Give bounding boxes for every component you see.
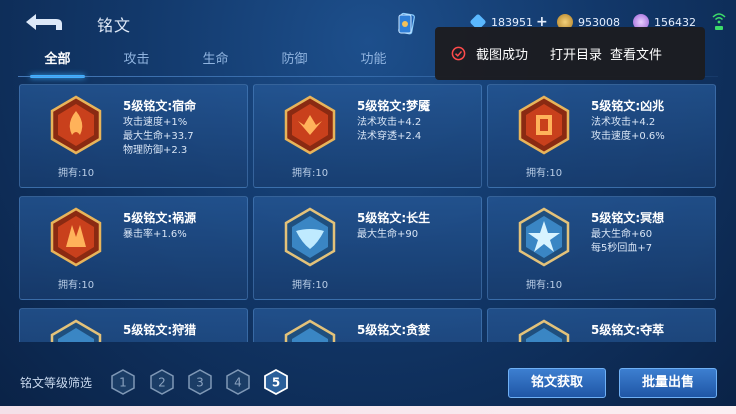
inscription-name: 5级铭文:夺萃 [591, 323, 665, 337]
card-deck-icon[interactable] [397, 12, 415, 36]
level-5-label: 5 [272, 376, 280, 390]
tab-attack[interactable]: 攻击 [97, 48, 176, 76]
level-filter-1[interactable]: 1 [111, 369, 135, 395]
inscription-name: 5级铭文:贪婪 [357, 323, 431, 337]
blue-inscription-icon [284, 319, 336, 342]
inscription-stats: 攻击速度+1% 最大生命+33.7 物理防御+2.3 [123, 116, 194, 158]
level-filter-5[interactable]: 5 [264, 369, 288, 395]
inscription-stats: 法术攻击+4.2 法术穿透+2.4 [357, 116, 421, 144]
inscription-card-calamity[interactable]: 5级铭文:祸源 暴击率+1.6% 拥有:10 [19, 196, 248, 300]
level-3-label: 3 [196, 376, 204, 390]
tab-all[interactable]: 全部 [18, 48, 97, 78]
toast-message: 截图成功 [476, 48, 529, 63]
page-title: 铭文 [97, 16, 132, 35]
open-directory-link[interactable]: 打开目录 [550, 44, 602, 63]
tab-defense[interactable]: 防御 [255, 48, 334, 76]
blue-inscription-icon [50, 319, 102, 342]
inscription-card-nightmare[interactable]: 5级铭文:梦魇 法术攻击+4.2 法术穿透+2.4 拥有:10 [253, 84, 482, 188]
inscription-name: 5级铭文:冥想 [591, 211, 665, 225]
inscription-card-longevity[interactable]: 5级铭文:长生 最大生命+90 拥有:10 [253, 196, 482, 300]
inscription-stats: 最大生命+90 [357, 228, 418, 242]
inscription-name: 5级铭文:宿命 [123, 99, 197, 113]
stat-line: 最大生命+60 [591, 229, 653, 240]
back-arrow-icon[interactable] [22, 10, 64, 34]
level-4-label: 4 [234, 376, 242, 390]
inscription-card-fate[interactable]: 5级铭文:宿命 攻击速度+1% 最大生命+33.7 物理防御+2.3 拥有:10 [19, 84, 248, 188]
inscription-card-meditation[interactable]: 5级铭文:冥想 最大生命+60 每5秒回血+7 拥有:10 [487, 196, 716, 300]
bulk-sell-button[interactable]: 批量出售 [619, 368, 717, 398]
inscription-name: 5级铭文:梦魇 [357, 99, 431, 113]
level-filter-2[interactable]: 2 [150, 369, 174, 395]
blue-inscription-icon [518, 207, 570, 267]
inscription-stats: 法术攻击+4.2 攻击速度+0.6% [591, 116, 665, 144]
inscription-stats: 暴击率+1.6% [123, 228, 187, 242]
owned-count: 拥有:10 [526, 280, 563, 291]
inscription-card-hunt[interactable]: 5级铭文:狩猎 [19, 308, 248, 342]
stat-line: 法术攻击+4.2 [591, 117, 656, 128]
stat-line: 最大生命+90 [357, 229, 419, 240]
red-inscription-icon [50, 95, 102, 155]
stat-line: 法术穿透+2.4 [357, 131, 422, 142]
inscription-grid: 5级铭文:宿命 攻击速度+1% 最大生命+33.7 物理防御+2.3 拥有:10… [19, 84, 716, 342]
red-inscription-icon [50, 207, 102, 267]
level-2-label: 2 [158, 376, 166, 390]
inscription-stats: 最大生命+60 每5秒回血+7 [591, 228, 652, 256]
level-1-label: 1 [119, 376, 127, 390]
stat-line: 最大生命+33.7 [123, 131, 194, 142]
inscription-card-extract[interactable]: 5级铭文:夺萃 [487, 308, 716, 342]
stat-line: 物理防御+2.3 [123, 145, 188, 156]
stat-line: 攻击速度+0.6% [591, 131, 665, 142]
blue-inscription-icon [518, 319, 570, 342]
tab-utility[interactable]: 功能 [334, 48, 413, 76]
owned-count: 拥有:10 [58, 280, 95, 291]
obtain-inscription-button[interactable]: 铭文获取 [508, 368, 606, 398]
inscription-name: 5级铭文:凶兆 [591, 99, 665, 113]
inscription-name: 5级铭文:祸源 [123, 211, 197, 225]
inscription-card-greed[interactable]: 5级铭文:贪婪 [253, 308, 482, 342]
owned-count: 拥有:10 [526, 168, 563, 179]
view-file-link[interactable]: 查看文件 [610, 44, 662, 63]
stat-line: 攻击速度+1% [123, 117, 188, 128]
owned-count: 拥有:10 [292, 168, 329, 179]
red-inscription-icon [284, 95, 336, 155]
inscription-card-omen[interactable]: 5级铭文:凶兆 法术攻击+4.2 攻击速度+0.6% 拥有:10 [487, 84, 716, 188]
owned-count: 拥有:10 [58, 168, 95, 179]
category-tabs: 全部 攻击 生命 防御 功能 [18, 48, 413, 78]
check-circle-icon [451, 46, 466, 61]
wifi-icon [712, 13, 726, 30]
stat-line: 每5秒回血+7 [591, 243, 653, 254]
blue-inscription-icon [284, 207, 336, 267]
owned-count: 拥有:10 [292, 280, 329, 291]
stat-line: 暴击率+1.6% [123, 229, 187, 240]
bottom-strip [0, 406, 736, 414]
level-filter-3[interactable]: 3 [188, 369, 212, 395]
level-filter-label: 铭文等级筛选 [20, 376, 93, 390]
red-inscription-icon [518, 95, 570, 155]
inscription-name: 5级铭文:长生 [357, 211, 431, 225]
stat-line: 法术攻击+4.2 [357, 117, 422, 128]
inscription-name: 5级铭文:狩猎 [123, 323, 197, 337]
tab-health[interactable]: 生命 [176, 48, 255, 76]
screenshot-toast: 截图成功 打开目录 查看文件 [435, 27, 705, 80]
level-filter-4[interactable]: 4 [226, 369, 250, 395]
